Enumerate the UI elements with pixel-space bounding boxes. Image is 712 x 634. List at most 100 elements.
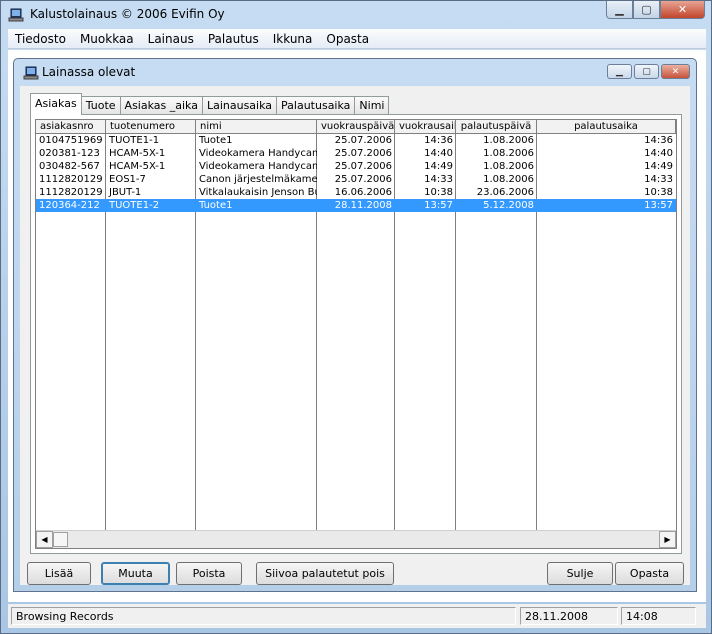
- close-window-button[interactable]: Sulje: [547, 562, 613, 585]
- cell-vuokrausaika: 14:49: [424, 161, 453, 172]
- cell-tuotenumero: EOS1-7: [109, 174, 146, 185]
- status-text: Browsing Records: [11, 607, 516, 625]
- column-header-vuokrausaika[interactable]: vuokrausaika: [395, 120, 456, 134]
- close-button[interactable]: ✕: [660, 1, 705, 19]
- menu-bar: Tiedosto Muokkaa Lainaus Palautus Ikkuna…: [8, 29, 706, 49]
- cell-vuokrausaika: 14:33: [424, 174, 453, 185]
- cell-asiakasnro: 030482-567: [39, 161, 100, 172]
- help-button[interactable]: Opasta: [615, 562, 684, 585]
- cell-asiakasnro: 1112820129: [39, 187, 103, 198]
- cell-palautusaika: 10:38: [644, 187, 673, 198]
- maximize-icon: ▢: [642, 66, 651, 77]
- minimize-button[interactable]: ▁: [606, 1, 633, 19]
- child-window: Lainassa olevat ▁ ▢ ✕ Asiakas Tuote Asia…: [13, 58, 697, 592]
- scroll-left-button[interactable]: ◀: [36, 531, 53, 548]
- menu-opasta[interactable]: Opasta: [319, 32, 376, 46]
- table-row[interactable]: 020381-123 HCAM-5X-1 Videokamera Handycam 2…: [36, 147, 676, 160]
- scroll-thumb[interactable]: [53, 532, 68, 547]
- column-header-vuokrauspaiva[interactable]: vuokrauspäivä: [317, 120, 395, 134]
- tab-panel: asiakasnro tuotenumero nimi vuokrauspäiv…: [30, 114, 682, 554]
- horizontal-scrollbar[interactable]: ◀ ▶: [36, 530, 676, 548]
- menu-lainaus[interactable]: Lainaus: [141, 32, 201, 46]
- cell-asiakasnro: 1112820129: [39, 174, 103, 185]
- cell-tuotenumero: HCAM-5X-1: [109, 161, 166, 172]
- cell-palautusaika: 13:57: [644, 200, 673, 211]
- tab-palautusaika[interactable]: Palautusaika: [276, 96, 356, 115]
- cell-vuokrausaika: 14:36: [424, 135, 453, 146]
- column-header-nimi[interactable]: nimi: [196, 120, 317, 134]
- status-bar: Browsing Records 28.11.2008 14:08: [8, 604, 706, 628]
- column-header-tuotenumero[interactable]: tuotenumero: [106, 120, 196, 134]
- records-grid[interactable]: asiakasnro tuotenumero nimi vuokrauspäiv…: [35, 119, 677, 549]
- table-row[interactable]: 0104751969 TUOTE1-1 Tuote1 25.07.2006 14:36 1…: [36, 134, 676, 147]
- table-row[interactable]: 1112820129 JBUT-1 Vitkalaukaisin Jenson Bu…: [36, 186, 676, 199]
- cell-palautuspaiva: 1.08.2006: [483, 174, 534, 185]
- minimize-icon: ▁: [616, 66, 623, 77]
- grid-body: 0104751969 TUOTE1-1 Tuote1 25.07.2006 14:36 1…: [36, 134, 676, 530]
- cell-palautusaika: 14:36: [644, 135, 673, 146]
- cell-asiakasnro: 120364-212: [39, 200, 100, 211]
- tab-tuote[interactable]: Tuote: [80, 96, 121, 115]
- cell-vuokrausaika: 13:57: [424, 200, 453, 211]
- cell-tuotenumero: TUOTE1-1: [109, 135, 160, 146]
- cell-nimi: Tuote1: [199, 200, 233, 211]
- grid-header: asiakasnro tuotenumero nimi vuokrauspäiv…: [36, 120, 676, 134]
- edit-button[interactable]: Muuta: [101, 562, 170, 585]
- tab-nimi[interactable]: Nimi: [354, 96, 390, 115]
- child-minimize-button[interactable]: ▁: [607, 64, 632, 79]
- cell-tuotenumero: HCAM-5X-1: [109, 148, 166, 159]
- cell-nimi: Videokamera Handycam: [199, 148, 317, 159]
- cell-nimi: Tuote1: [199, 135, 233, 146]
- tab-lainausaika[interactable]: Lainausaika: [201, 96, 278, 115]
- cell-palautusaika: 14:49: [644, 161, 673, 172]
- cell-palautuspaiva: 1.08.2006: [483, 161, 534, 172]
- cell-vuokrausaika: 14:40: [424, 148, 453, 159]
- status-date: 28.11.2008: [520, 607, 618, 625]
- maximize-button[interactable]: ▢: [633, 1, 660, 19]
- close-icon: ✕: [671, 66, 680, 77]
- tab-asiakas-aika[interactable]: Asiakas _aika: [119, 96, 203, 115]
- cell-vuokrauspaiva: 25.07.2006: [334, 148, 392, 159]
- cell-vuokrauspaiva: 16.06.2006: [334, 187, 392, 198]
- child-close-button[interactable]: ✕: [661, 64, 690, 79]
- cell-nimi: Videokamera Handycam: [199, 161, 317, 172]
- laptop-icon: [8, 8, 24, 22]
- menu-ikkuna[interactable]: Ikkuna: [266, 32, 320, 46]
- cell-tuotenumero: JBUT-1: [109, 187, 142, 198]
- cell-palautusaika: 14:33: [644, 174, 673, 185]
- cell-palautuspaiva: 5.12.2008: [483, 200, 534, 211]
- main-window: Kalustolainaus © 2006 Evifin Oy ▁ ▢ ✕ Ti…: [0, 0, 712, 634]
- table-row[interactable]: 120364-212 TUOTE1-2 Tuote1 28.11.2008 13:57 5…: [36, 199, 676, 212]
- table-row[interactable]: 030482-567 HCAM-5X-1 Videokamera Handycam 2…: [36, 160, 676, 173]
- add-button[interactable]: Lisää: [27, 562, 91, 585]
- menu-muokkaa[interactable]: Muokkaa: [73, 32, 141, 46]
- cell-palautusaika: 14:40: [644, 148, 673, 159]
- scroll-right-button[interactable]: ▶: [659, 531, 676, 548]
- cell-vuokrauspaiva: 25.07.2006: [334, 135, 392, 146]
- cell-palautuspaiva: 23.06.2006: [476, 187, 534, 198]
- cell-vuokrausaika: 10:38: [424, 187, 453, 198]
- tab-strip: Asiakas Tuote Asiakas _aika Lainausaika …: [30, 93, 390, 115]
- column-header-palautusaika[interactable]: palautusaika: [537, 120, 676, 134]
- menu-tiedosto[interactable]: Tiedosto: [8, 32, 73, 46]
- column-header-palautuspaiva[interactable]: palautuspäivä: [456, 120, 537, 134]
- cell-vuokrauspaiva: 28.11.2008: [334, 200, 392, 211]
- cell-palautuspaiva: 1.08.2006: [483, 148, 534, 159]
- menu-palautus[interactable]: Palautus: [201, 32, 266, 46]
- cell-tuotenumero: TUOTE1-2: [109, 200, 160, 211]
- clean-returned-button[interactable]: Siivoa palautetut pois: [256, 562, 394, 585]
- column-header-asiakasnro[interactable]: asiakasnro: [36, 120, 106, 134]
- close-icon: ✕: [677, 3, 688, 16]
- child-window-title: Lainassa olevat: [42, 65, 136, 79]
- cell-asiakasnro: 0104751969: [39, 135, 103, 146]
- cell-asiakasnro: 020381-123: [39, 148, 100, 159]
- cell-nimi: Vitkalaukaisin Jenson Bu: [199, 187, 317, 198]
- child-maximize-button[interactable]: ▢: [634, 64, 659, 79]
- delete-button[interactable]: Poista: [176, 562, 242, 585]
- cell-palautuspaiva: 1.08.2006: [483, 135, 534, 146]
- title-bar[interactable]: Kalustolainaus © 2006 Evifin Oy ▁ ▢ ✕: [1, 1, 711, 29]
- tab-asiakas[interactable]: Asiakas: [30, 93, 82, 115]
- status-time: 14:08: [621, 607, 696, 625]
- child-client: Asiakas Tuote Asiakas _aika Lainausaika …: [20, 86, 690, 585]
- table-row[interactable]: 1112820129 EOS1-7 Canon järjestelmäkamera 2…: [36, 173, 676, 186]
